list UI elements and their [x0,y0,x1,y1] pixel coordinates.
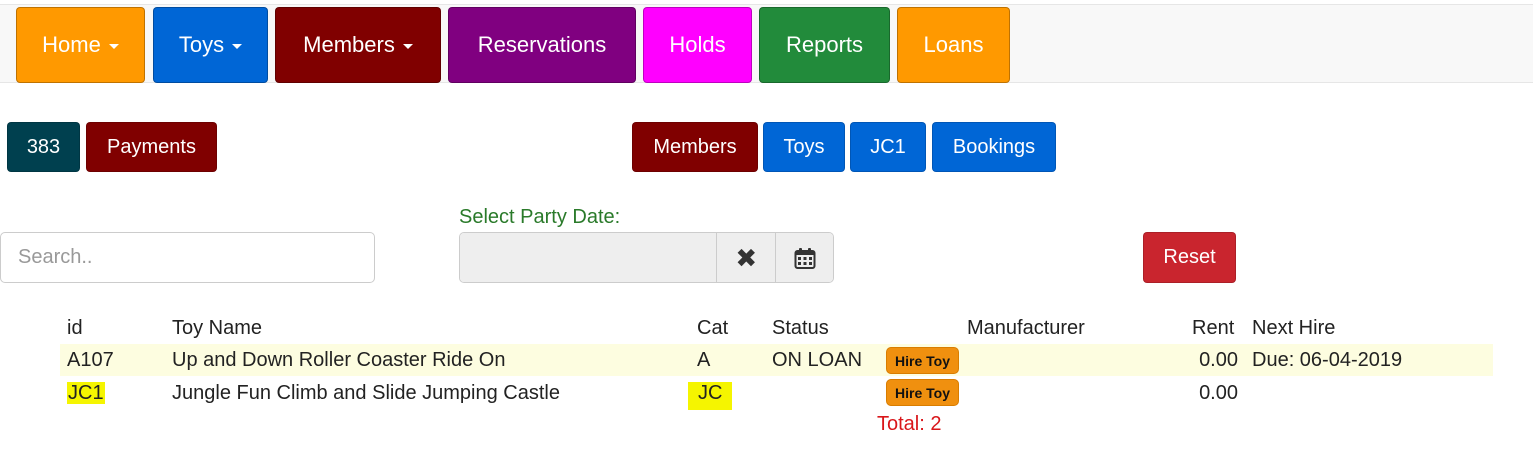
hire-toy-button[interactable]: Hire Toy [886,347,959,374]
party-date-input[interactable] [460,233,718,282]
col-header-next-hire: Next Hire [1252,317,1336,339]
reset-label: Reset [1163,246,1216,268]
members-button[interactable]: Members [632,122,758,172]
table-row: A107 Up and Down Roller Coaster Ride On … [60,344,1493,376]
nav-reports-label: Reports [785,32,864,57]
nav-home-button[interactable]: Home [16,7,145,83]
col-header-cat: Cat [697,317,729,339]
col-header-rent: Rent [1192,317,1235,339]
cell-toy-name[interactable]: Jungle Fun Climb and Slide Jumping Castl… [172,382,560,405]
nav-reports-button[interactable]: Reports [759,7,890,83]
toy-id-button[interactable]: JC1 [850,122,926,172]
nav-reservations-label: Reservations [477,32,607,57]
calendar-button[interactable] [775,233,833,282]
nav-members-label: Members [303,32,395,57]
payments-label: Payments [107,135,196,158]
close-icon: ✖ [735,242,758,273]
caret-down-icon [402,44,413,49]
caret-down-icon [232,44,243,49]
calendar-icon [794,247,816,269]
cell-id[interactable]: A107 [67,349,114,372]
members-label: Members [653,135,737,158]
payments-button[interactable]: Payments [86,122,217,172]
search-input[interactable] [0,232,375,283]
col-header-toy-name: Toy Name [172,317,263,339]
cell-rent: 0.00 [1199,349,1238,371]
cell-cat: A [697,349,711,371]
cell-rent: 0.00 [1199,382,1238,404]
party-date-picker: ✖ [459,232,834,283]
cell-next-hire: Due: 06-04-2019 [1252,349,1403,371]
col-header-manufacturer: Manufacturer [967,317,1085,339]
member-id-button[interactable]: 383 [7,122,80,172]
party-date-label: Select Party Date: [459,206,621,228]
nav-members-button[interactable]: Members [275,7,441,83]
reset-button[interactable]: Reset [1143,232,1236,283]
col-header-id: id [67,317,83,339]
nav-home-label: Home [42,32,101,57]
highlighted-text: JC1 [67,382,105,404]
nav-holds-label: Holds [669,32,726,57]
nav-reservations-button[interactable]: Reservations [448,7,636,83]
bookings-label: Bookings [952,135,1036,158]
caret-down-icon [108,44,119,49]
nav-toys-label: Toys [178,32,225,57]
cell-status: ON LOAN [772,349,863,371]
bookings-button[interactable]: Bookings [932,122,1056,172]
results-total: Total: 2 [877,413,942,435]
cell-id[interactable]: JC1 [67,382,105,405]
nav-loans-label: Loans [923,32,984,57]
member-id-label: 383 [26,135,61,158]
table-row: JC1 Jungle Fun Climb and Slide Jumping C… [60,377,1493,410]
cell-cat: JC [688,382,733,410]
nav-loans-button[interactable]: Loans [897,7,1010,83]
cell-toy-name[interactable]: Up and Down Roller Coaster Ride On [172,349,506,372]
toys-button[interactable]: Toys [763,122,845,172]
hire-toy-label: Hire Toy [895,384,950,401]
toy-id-label: JC1 [870,135,906,158]
nav-holds-button[interactable]: Holds [643,7,752,83]
hire-toy-button[interactable]: Hire Toy [886,379,959,406]
nav-toys-button[interactable]: Toys [153,7,268,83]
col-header-status: Status [772,317,829,339]
toys-label: Toys [783,135,825,158]
main-navbar: Home Toys Members Reservations Holds Rep… [0,4,1533,83]
hire-toy-label: Hire Toy [895,352,950,369]
clear-date-button[interactable]: ✖ [717,233,776,282]
highlighted-text: JC [688,382,733,410]
